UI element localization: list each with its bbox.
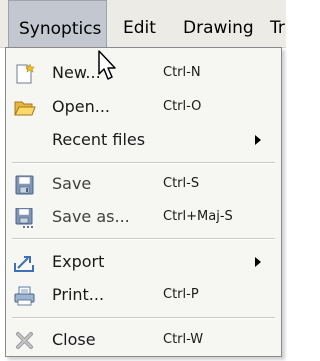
menu-item-open[interactable]: Open... Ctrl-O [6, 90, 281, 124]
menu-item-label: Close [52, 330, 96, 349]
save-icon [14, 175, 36, 195]
menu-separator [12, 238, 275, 240]
menu-item-label: Print... [52, 285, 105, 304]
menu-item-shortcut: Ctrl-S [163, 176, 200, 191]
synoptics-dropdown-menu: New... Ctrl-N Open... Ctrl-O Recent file… [5, 47, 282, 357]
menu-item-shortcut: Ctrl-O [163, 99, 202, 114]
menu-item-label: New... [52, 63, 101, 82]
menu-item-new[interactable]: New... Ctrl-N [6, 56, 281, 90]
menu-bar: Synoptics Edit Drawing Tr [0, 0, 286, 48]
print-icon [14, 286, 36, 306]
menu-synoptics[interactable]: Synoptics [8, 0, 107, 48]
menu-item-shortcut: Ctrl-W [163, 332, 204, 347]
submenu-arrow-icon [255, 257, 261, 267]
menu-item-label: Export [52, 252, 105, 271]
menu-separator [12, 162, 275, 164]
new-file-icon [14, 63, 36, 84]
menu-separator [12, 317, 275, 319]
menu-item-save-as[interactable]: Save as... Ctrl+Maj-S [6, 200, 281, 234]
menu-item-label: Recent files [52, 130, 146, 149]
menu-drawing[interactable]: Drawing [183, 0, 254, 48]
menu-item-shortcut: Ctrl-P [163, 287, 199, 302]
menu-item-recent-files[interactable]: Recent files [6, 123, 281, 157]
menu-item-label: Save [52, 174, 92, 193]
menu-item-shortcut: Ctrl-N [163, 65, 201, 80]
menu-item-label: Save as... [52, 207, 130, 226]
open-folder-icon [14, 98, 36, 118]
save-as-icon [14, 207, 36, 228]
menu-item-save[interactable]: Save Ctrl-S [6, 167, 281, 201]
menu-item-print[interactable]: Print... Ctrl-P [6, 278, 281, 312]
menu-edit[interactable]: Edit [123, 0, 156, 48]
mouse-cursor-icon [97, 50, 121, 82]
close-icon [14, 331, 36, 351]
menu-truncated[interactable]: Tr [270, 0, 285, 48]
submenu-arrow-icon [255, 135, 261, 145]
menu-item-export[interactable]: Export [6, 245, 281, 279]
menu-item-shortcut: Ctrl+Maj-S [163, 209, 233, 224]
export-icon [14, 253, 36, 273]
menu-item-close[interactable]: Close Ctrl-W [6, 323, 281, 357]
menu-item-label: Open... [52, 97, 110, 116]
